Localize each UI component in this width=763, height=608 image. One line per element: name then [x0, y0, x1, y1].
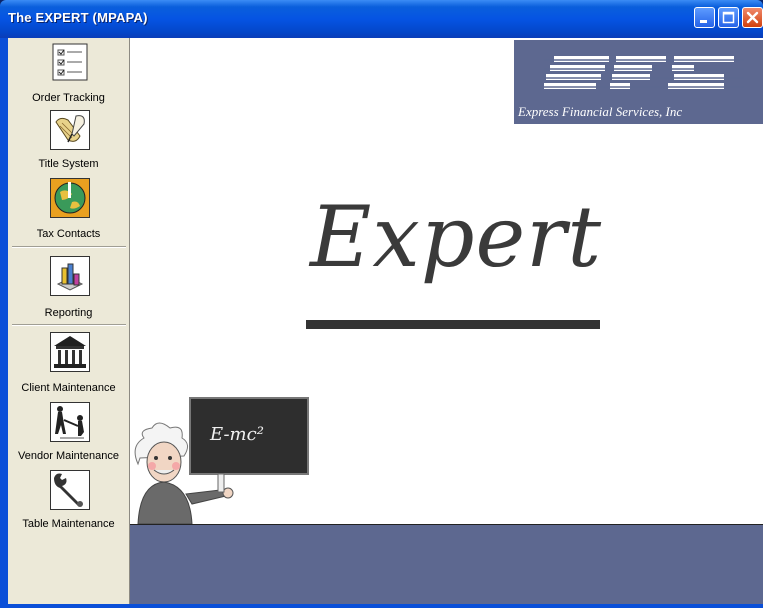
minimize-button[interactable]	[694, 7, 715, 28]
application-window: The EXPERT (MPAPA) Order Tracking Title …	[0, 0, 763, 608]
window-frame-bottom	[0, 604, 763, 608]
sidebar-item-label: Client Maintenance	[21, 382, 116, 394]
bar-chart-icon	[50, 256, 90, 296]
sidebar-item-order-tracking[interactable]: Order Tracking	[8, 40, 129, 108]
checklist-icon	[52, 43, 88, 81]
close-icon	[746, 11, 759, 24]
splash-title: Expert	[310, 188, 603, 286]
sidebar-separator	[12, 324, 126, 326]
sidebar-separator	[12, 246, 126, 248]
maximize-button[interactable]	[718, 7, 739, 28]
sidebar-item-label: Vendor Maintenance	[18, 450, 119, 462]
sidebar-item-label: Title System	[38, 158, 99, 170]
people-handshake-icon	[50, 402, 90, 442]
sidebar-item-table-maintenance[interactable]: Table Maintenance	[8, 468, 129, 538]
scroll-quill-icon	[50, 110, 90, 150]
company-name: Express Financial Services, Inc	[518, 104, 683, 119]
sidebar-item-reporting[interactable]: Reporting	[8, 252, 129, 324]
window-title: The EXPERT (MPAPA)	[8, 10, 148, 25]
sidebar: Order Tracking Title System Tax Contacts…	[8, 38, 130, 604]
efs-logo-mark	[544, 56, 744, 89]
sidebar-item-title-system[interactable]: Title System	[8, 108, 129, 176]
sidebar-item-client-maintenance[interactable]: Client Maintenance	[8, 330, 129, 400]
close-button[interactable]	[742, 7, 763, 28]
status-panel	[130, 524, 763, 604]
sidebar-item-tax-contacts[interactable]: Tax Contacts	[8, 176, 129, 244]
einstein-chalkboard-illustration: E-mc²	[134, 397, 309, 524]
sidebar-item-label: Reporting	[44, 307, 93, 319]
maximize-icon	[722, 11, 735, 24]
company-logo: Express Financial Services, Inc	[514, 40, 763, 124]
title-bar[interactable]: The EXPERT (MPAPA)	[0, 0, 763, 38]
splash-title-underline	[306, 320, 600, 329]
splash-area: Express Financial Services, Inc Expert E…	[130, 38, 763, 524]
sidebar-item-label: Tax Contacts	[36, 228, 101, 240]
sidebar-item-vendor-maintenance[interactable]: Vendor Maintenance	[8, 400, 129, 470]
minimize-icon	[700, 20, 707, 23]
sidebar-item-label: Order Tracking	[32, 92, 105, 104]
wrench-icon	[50, 470, 90, 510]
chalkboard-equation: E-mc²	[209, 424, 264, 445]
sidebar-item-label: Table Maintenance	[22, 518, 115, 530]
bank-building-icon	[50, 332, 90, 372]
window-frame-left	[0, 38, 8, 608]
globe-icon	[50, 178, 90, 218]
